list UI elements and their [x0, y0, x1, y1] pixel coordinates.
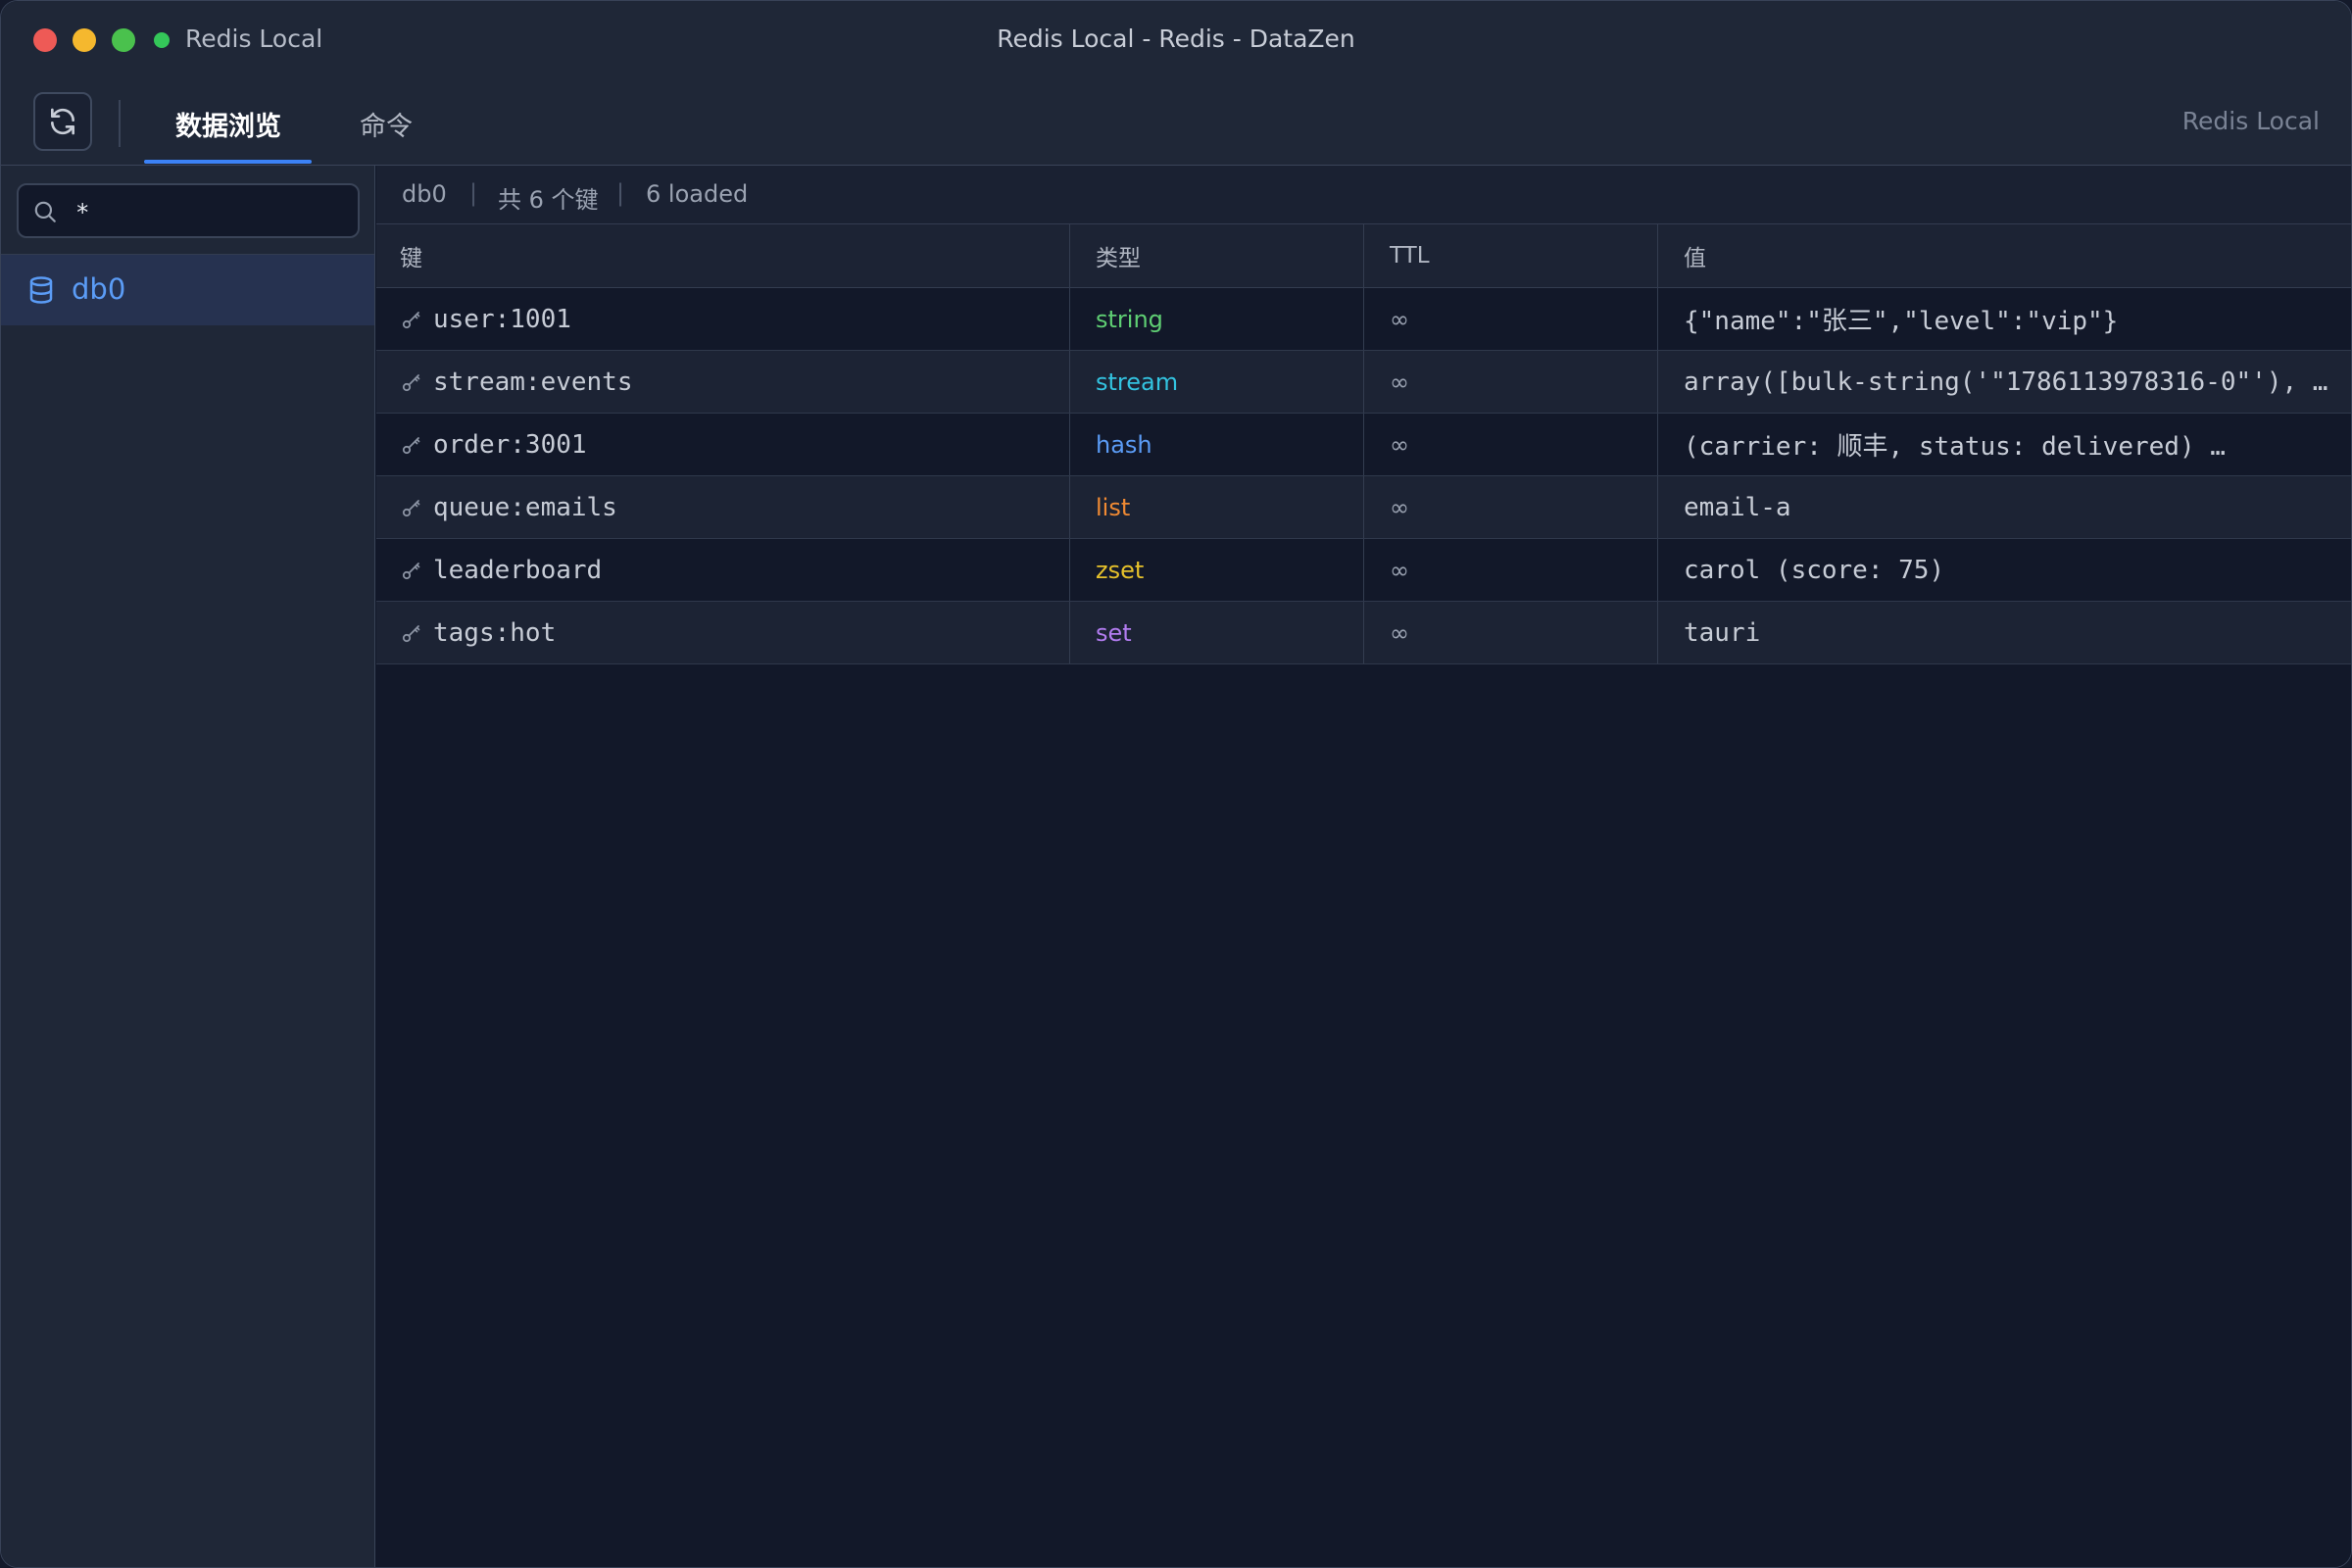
type-badge: zset — [1096, 556, 1145, 584]
type-cell: set — [1070, 602, 1364, 663]
ttl-cell: ∞ — [1364, 288, 1658, 350]
key-cell: queue:emails — [376, 476, 1070, 538]
sidebar: db0 — [1, 166, 375, 1567]
tab-command[interactable]: 命令 — [360, 105, 413, 143]
key-icon — [400, 559, 423, 582]
sidebar-item-db0[interactable]: db0 — [1, 255, 374, 325]
value-preview: array([bulk-string('"1786113978316-0"'),… — [1684, 367, 2328, 397]
refresh-button[interactable] — [33, 92, 92, 151]
value-preview: {"name":"张三","level":"vip"} — [1684, 307, 2119, 336]
table-row[interactable]: order:3001 hash ∞ (carrier: 顺丰, status: … — [376, 414, 2351, 476]
type-badge: string — [1096, 305, 1163, 333]
type-badge: stream — [1096, 368, 1179, 396]
ttl-value: ∞ — [1390, 368, 1409, 396]
key-icon — [400, 496, 423, 519]
value-preview: email-a — [1684, 492, 1791, 522]
key-cell: stream:events — [376, 351, 1070, 413]
database-icon — [29, 276, 53, 304]
column-header-type[interactable]: 类型 — [1070, 224, 1364, 287]
status-separator: | — [469, 179, 478, 207]
key-cell: user:1001 — [376, 288, 1070, 350]
ttl-cell: ∞ — [1364, 351, 1658, 413]
table-row[interactable]: stream:events stream ∞ array([bulk-strin… — [376, 351, 2351, 414]
active-tab-indicator — [144, 160, 312, 164]
key-icon — [400, 621, 423, 645]
value-cell: (carrier: 顺丰, status: delivered) … — [1658, 414, 2351, 475]
ttl-value: ∞ — [1390, 493, 1409, 521]
value-cell: email-a — [1658, 476, 2351, 538]
key-icon — [400, 433, 423, 457]
column-header-value[interactable]: 值 — [1658, 224, 2351, 287]
key-name: order:3001 — [433, 429, 587, 460]
type-cell: hash — [1070, 414, 1364, 475]
status-loaded: 6 loaded — [646, 180, 749, 208]
key-icon — [400, 308, 423, 331]
tab-data-browse[interactable]: 数据浏览 — [175, 105, 281, 143]
key-name: stream:events — [433, 367, 633, 397]
column-header-key[interactable]: 键 — [376, 224, 1070, 287]
keys-table: 键 类型 TTL 值 user:1001 string ∞ {"name":"张… — [376, 224, 2351, 664]
ttl-value: ∞ — [1390, 618, 1409, 647]
ttl-value: ∞ — [1390, 305, 1409, 333]
sidebar-item-label: db0 — [72, 272, 126, 306]
value-cell: array([bulk-string('"1786113978316-0"'),… — [1658, 351, 2351, 413]
type-badge: hash — [1096, 430, 1152, 459]
key-cell: leaderboard — [376, 539, 1070, 601]
key-name: leaderboard — [433, 555, 603, 585]
key-name: tags:hot — [433, 617, 557, 648]
ttl-cell: ∞ — [1364, 602, 1658, 663]
status-bar: db0 | 共 6 个键 | 6 loaded — [376, 166, 2351, 224]
table-row[interactable]: tags:hot set ∞ tauri — [376, 602, 2351, 664]
ttl-cell: ∞ — [1364, 476, 1658, 538]
value-preview: carol (score: 75) — [1684, 555, 1945, 585]
search-icon — [34, 201, 56, 222]
table-row[interactable]: queue:emails list ∞ email-a — [376, 476, 2351, 539]
type-cell: string — [1070, 288, 1364, 350]
key-name: queue:emails — [433, 492, 617, 522]
status-key-count: 共 6 个键 — [498, 186, 599, 214]
table-row[interactable]: user:1001 string ∞ {"name":"张三","level":… — [376, 288, 2351, 351]
status-separator: | — [616, 179, 625, 207]
key-name: user:1001 — [433, 304, 571, 334]
ttl-value: ∞ — [1390, 430, 1409, 459]
toolbar-connection-label: Redis Local — [2181, 107, 2320, 135]
type-badge: set — [1096, 618, 1132, 647]
search-input[interactable] — [74, 195, 352, 230]
status-db: db0 — [402, 180, 447, 208]
value-cell: {"name":"张三","level":"vip"} — [1658, 288, 2351, 350]
toolbar-divider — [119, 100, 121, 147]
type-cell: list — [1070, 476, 1364, 538]
type-badge: list — [1096, 493, 1131, 521]
ttl-cell: ∞ — [1364, 539, 1658, 601]
column-header-ttl[interactable]: TTL — [1364, 224, 1658, 287]
value-cell: tauri — [1658, 602, 2351, 663]
table-row[interactable]: leaderboard zset ∞ carol (score: 75) — [376, 539, 2351, 602]
value-preview: (carrier: 顺丰, status: delivered) … — [1684, 432, 2226, 462]
key-cell: order:3001 — [376, 414, 1070, 475]
value-cell: carol (score: 75) — [1658, 539, 2351, 601]
main-panel: db0 | 共 6 个键 | 6 loaded 键 类型 TTL 值 user:… — [376, 166, 2351, 1567]
key-search-box[interactable] — [17, 183, 360, 238]
value-preview: tauri — [1684, 617, 1761, 648]
ttl-cell: ∞ — [1364, 414, 1658, 475]
refresh-icon — [51, 108, 74, 135]
type-cell: zset — [1070, 539, 1364, 601]
type-cell: stream — [1070, 351, 1364, 413]
window-title: Redis Local - Redis - DataZen — [997, 24, 1355, 53]
ttl-value: ∞ — [1390, 556, 1409, 584]
key-icon — [400, 370, 423, 394]
table-header-row: 键 类型 TTL 值 — [376, 224, 2351, 288]
app-window: Redis Local Redis Local - Redis - DataZe… — [0, 0, 2352, 1568]
key-cell: tags:hot — [376, 602, 1070, 663]
title-bar: Redis Local Redis Local - Redis - DataZe… — [1, 1, 2351, 77]
toolbar: 数据浏览 命令 Redis Local — [1, 77, 2351, 166]
